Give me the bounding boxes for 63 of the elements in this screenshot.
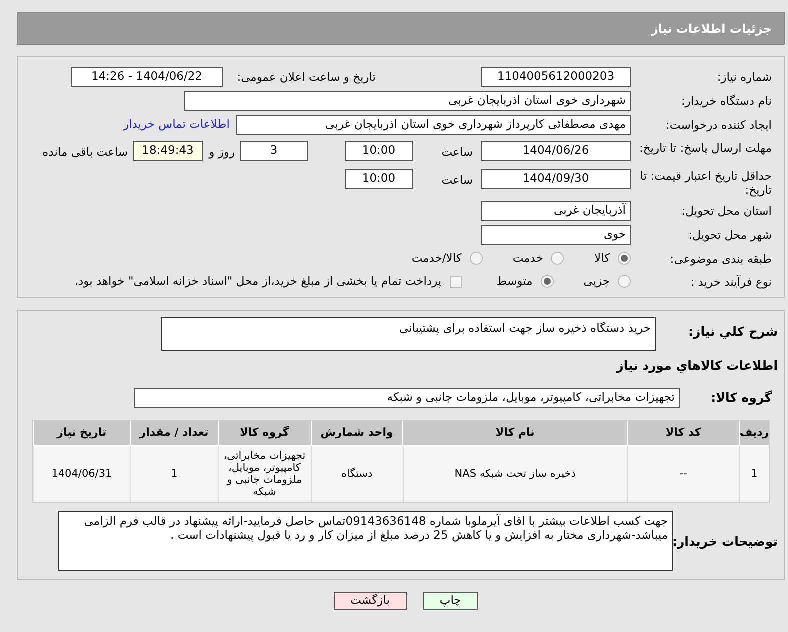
table-cell: 1	[130, 446, 218, 502]
section-heading: اطلاعات کالاهاي مورد نياز	[616, 358, 778, 373]
column-header: واحد شمارش	[310, 420, 402, 445]
table-cell: ذخیره ساز تحت شبکه NAS	[402, 446, 628, 502]
table-cell: --	[627, 446, 740, 502]
radio-button[interactable]	[470, 252, 483, 266]
value-field: شهرداری خوی استان اذربایجان غربی	[184, 91, 631, 111]
column-header: تاریخ نیاز	[32, 420, 130, 445]
print-button[interactable]: چاپ	[422, 592, 478, 610]
field-label: نام دستگاه خریدار:	[680, 94, 772, 108]
checkbox-label: پرداخت تمام یا بخشی از مبلغ خرید،از محل "اسناد خزانه اسلامی" خواهد بود.	[74, 272, 442, 290]
table-cell: 1	[739, 446, 769, 502]
radio-button[interactable]	[618, 275, 631, 288]
field-label: شماره نیاز:	[716, 70, 772, 84]
field-label: استان محل تحویل:	[680, 204, 772, 218]
field-label: ساعت	[440, 172, 473, 190]
contact-link[interactable]: اطلاعات تماس خریدار	[123, 116, 230, 134]
column-header: ردیف	[739, 420, 769, 445]
field-label: ایجاد کننده درخواست:	[665, 118, 772, 132]
field-label: طبقه بندی موضوعی:	[669, 252, 772, 266]
checkbox[interactable]	[450, 276, 462, 288]
radio-label: کالا/خدمت	[412, 250, 462, 267]
radio-button[interactable]	[540, 275, 554, 288]
value-field: آذربایجان غربی	[481, 201, 631, 222]
field-label: شهر محل تحویل:	[688, 228, 772, 242]
field-label: توضیحات خریدار:	[673, 534, 778, 549]
column-header: گروه کالا	[218, 420, 311, 445]
value-field: 1104005612000203	[481, 67, 631, 87]
radio-button[interactable]	[551, 252, 564, 266]
value-field: 1404/09/30	[481, 169, 631, 190]
field-label: مهلت ارسال پاسخ: تا تاریخ:	[638, 141, 772, 155]
goods-group-field: تجهیزات مخابراتی، کامپیوتر، موبایل، ملزومات جانبی و شبکه	[134, 388, 680, 408]
description-textarea[interactable]: خرید دستگاه ذخیره ساز جهت استفاده برای پشتیبانی	[161, 317, 656, 351]
table-cell: 1404/06/31	[33, 446, 130, 502]
notes-textarea[interactable]: جهت کسب اطلاعات بیشتر با اقای آیرملوبا شماره 09143636148تماس حاصل فرمایید-ارائه پیشنهاد در قالب فرم الزامی میباشد-شهرداری مختار به افزایش و یا کاهش 25 درصد مبلغ از میزان کار و رد یا قبول پیشنهادات است .	[58, 510, 673, 571]
field-label: روز و	[208, 144, 235, 161]
countdown-field: 18:49:43	[133, 141, 203, 161]
value-field: 1404/06/26	[481, 141, 631, 161]
field-label: گروه کالا:	[710, 390, 772, 405]
value-field: 10:00	[345, 141, 413, 161]
table-cell: تجهیزات مخابراتی، کامپیوتر، موبایل، ملزومات جانبی و شبکه	[218, 446, 311, 502]
field-label: تاریخ و ساعت اعلان عمومی:	[236, 70, 376, 84]
column-header: نام کالا	[402, 420, 628, 445]
radio-button[interactable]	[618, 252, 631, 266]
back-button[interactable]: بازگشت	[334, 592, 407, 610]
table-cell: دستگاه	[310, 446, 403, 502]
page-title: جزئیات اطلاعات نیاز	[651, 20, 772, 38]
value-field: 3	[240, 141, 308, 161]
radio-label: کالا	[594, 250, 610, 267]
field-label: نوع فرآیند خرید :	[690, 274, 772, 289]
radio-label: متوسط	[496, 272, 533, 290]
field-label: شرح کلي نياز:	[688, 325, 778, 339]
value-field: 10:00	[345, 169, 413, 190]
column-header: تعداد / مقدار	[130, 420, 218, 445]
value-field: 1404/06/22 - 14:26	[71, 67, 223, 87]
value-field: خوی	[481, 225, 631, 246]
field-label: ساعت باقی مانده	[42, 144, 128, 161]
radio-label: خدمت	[512, 250, 544, 267]
field-label: حداقل تاریخ اعتبار قیمت: تا تاریخ:	[639, 169, 772, 198]
radio-label: جزیی	[584, 272, 610, 290]
column-header: کد کالا	[627, 420, 739, 445]
field-label: ساعت	[440, 144, 473, 161]
value-field: مهدی مصطفائی کارپرداز شهرداری خوی استان اذربایجان غربی	[236, 115, 631, 135]
